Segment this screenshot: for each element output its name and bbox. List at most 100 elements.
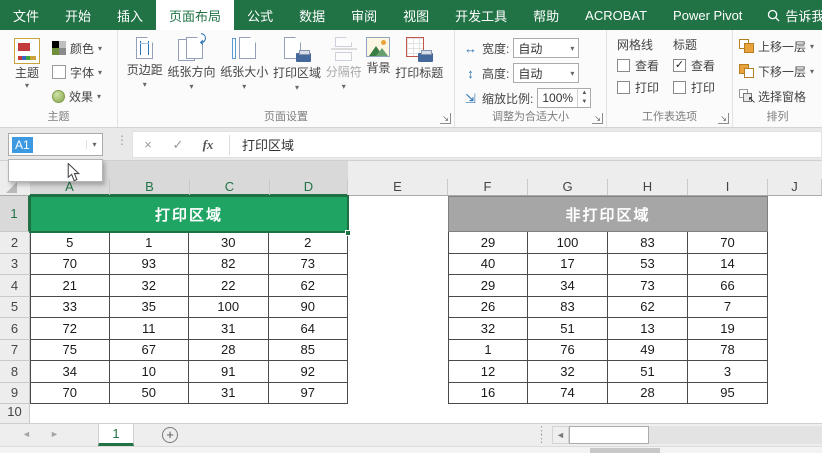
print-table-cell[interactable]: 21 — [30, 275, 110, 297]
print-table-cell[interactable]: 1 — [110, 232, 190, 254]
spin-down-icon[interactable]: ▼ — [578, 98, 590, 107]
non-print-table-cell[interactable]: 40 — [448, 254, 528, 276]
print-table-cell[interactable]: 67 — [110, 340, 190, 362]
send-backward-button[interactable]: 下移一层▾ — [739, 61, 820, 81]
scale-spinner[interactable]: 100%▲▼ — [537, 88, 591, 108]
non-print-table-cell[interactable]: 17 — [528, 254, 608, 276]
checkbox-gridlines-view[interactable] — [617, 59, 630, 72]
fill-handle[interactable] — [345, 230, 351, 236]
non-print-table-cell[interactable]: 100 — [528, 232, 608, 254]
ribbon-tab-review[interactable]: 审阅 — [338, 0, 390, 30]
row-header-3[interactable]: 3 — [0, 254, 30, 276]
sheet-tab-1[interactable]: 1 — [98, 424, 134, 446]
background-button[interactable]: 背景 — [366, 35, 390, 109]
print-table-cell[interactable]: 97 — [269, 383, 349, 405]
print-table-cell[interactable]: 70 — [30, 254, 110, 276]
tell-me-box[interactable]: 告诉我 — [757, 0, 822, 30]
themes-button[interactable]: 主题 ▾ — [6, 36, 48, 109]
formula-input-area[interactable]: × ✓ fx 打印区域 — [132, 131, 822, 158]
non-print-table-cell[interactable]: 74 — [528, 383, 608, 405]
row-header-6[interactable]: 6 — [0, 318, 30, 340]
ribbon-tab-page-layout[interactable]: 页面布局 — [156, 0, 234, 30]
enter-icon[interactable]: ✓ — [163, 137, 193, 153]
print-table-cell[interactable]: 34 — [30, 361, 110, 383]
non-print-table-cell[interactable]: 76 — [528, 340, 608, 362]
print-table-cell[interactable]: 33 — [30, 297, 110, 319]
checkbox-headings-view[interactable]: ✓ — [673, 59, 686, 72]
non-print-table-cell[interactable]: 62 — [608, 297, 688, 319]
column-header-F[interactable]: F — [448, 179, 528, 195]
select-all-corner[interactable] — [6, 182, 17, 193]
name-box-dropdown-icon[interactable]: ▾ — [86, 140, 102, 149]
height-dropdown[interactable]: 自动▾ — [513, 63, 579, 83]
non-print-table-cell[interactable]: 3 — [688, 361, 768, 383]
formula-bar-grip-icon[interactable]: ⋮ — [116, 136, 128, 144]
non-print-area-title-cell[interactable]: 非打印区域 — [448, 196, 768, 232]
scale-spin-buttons[interactable]: ▲▼ — [577, 89, 590, 107]
margins-button[interactable]: 页边距▾ — [127, 35, 163, 109]
sheet-prev-icon[interactable]: ◄ — [22, 429, 31, 439]
print-area-title-cell[interactable]: 打印区域 — [30, 196, 348, 232]
gridlines-view-row[interactable]: 查看 — [617, 57, 659, 74]
print-table-cell[interactable]: 62 — [269, 275, 349, 297]
non-print-table-cell[interactable]: 7 — [688, 297, 768, 319]
print-table-cell[interactable]: 2 — [269, 232, 349, 254]
non-print-table-cell[interactable]: 83 — [528, 297, 608, 319]
print-table-cell[interactable]: 92 — [269, 361, 349, 383]
scrollbar-thumb[interactable] — [569, 426, 649, 444]
non-print-table-cell[interactable]: 95 — [688, 383, 768, 405]
non-print-table-cell[interactable]: 78 — [688, 340, 768, 362]
name-box-dropdown-list[interactable] — [8, 159, 103, 182]
scroll-left-icon[interactable]: ◄ — [552, 426, 569, 444]
paper-size-button[interactable]: 纸张大小▾ — [220, 35, 268, 109]
row-header-1[interactable]: 1 — [0, 196, 30, 232]
print-table-cell[interactable]: 93 — [110, 254, 190, 276]
non-print-table-cell[interactable]: 29 — [448, 275, 528, 297]
gridlines-print-row[interactable]: 打印 — [617, 79, 659, 96]
name-box[interactable]: A1 ▾ — [8, 133, 103, 156]
cancel-icon[interactable]: × — [133, 137, 163, 152]
checkbox-gridlines-print[interactable] — [617, 81, 630, 94]
headings-view-row[interactable]: ✓查看 — [673, 57, 715, 74]
ribbon-tab-help[interactable]: 帮助 — [520, 0, 572, 30]
column-header-E[interactable]: E — [348, 179, 448, 195]
tab-bar-splitter-icon[interactable]: ⋮⋮ — [536, 427, 547, 443]
non-print-table-cell[interactable]: 29 — [448, 232, 528, 254]
non-print-table-cell[interactable]: 1 — [448, 340, 528, 362]
print-table-cell[interactable]: 11 — [110, 318, 190, 340]
non-print-table-cell[interactable]: 14 — [688, 254, 768, 276]
non-print-table-cell[interactable]: 83 — [608, 232, 688, 254]
worksheet-grid[interactable]: ABCDEFGHIJ 123456789 打印区域 51302709382732… — [0, 161, 822, 426]
ribbon-tab-formulas[interactable]: 公式 — [234, 0, 286, 30]
non-print-table-cell[interactable]: 32 — [448, 318, 528, 340]
checkbox-headings-print[interactable] — [673, 81, 686, 94]
selection-pane-button[interactable]: ↖选择窗格 — [739, 86, 820, 106]
non-print-table-cell[interactable]: 73 — [608, 275, 688, 297]
row-header-8[interactable]: 8 — [0, 361, 30, 383]
non-print-table-cell[interactable]: 66 — [688, 275, 768, 297]
print-table-cell[interactable]: 10 — [110, 361, 190, 383]
non-print-table-cell[interactable]: 26 — [448, 297, 528, 319]
non-print-table-cell[interactable]: 70 — [688, 232, 768, 254]
print-table-cell[interactable]: 70 — [30, 383, 110, 405]
orientation-button[interactable]: ⤸纸张方向▾ — [167, 35, 215, 109]
column-header-J[interactable]: J — [768, 179, 822, 195]
ribbon-tab-power-pivot[interactable]: Power Pivot — [660, 0, 755, 30]
scale-to-fit-dialog-launcher-icon[interactable]: ↘ — [592, 113, 603, 124]
non-print-table-cell[interactable]: 16 — [448, 383, 528, 405]
new-sheet-icon[interactable]: + — [162, 427, 178, 443]
bring-forward-button[interactable]: 上移一层▾ — [739, 36, 820, 56]
print-table-cell[interactable]: 31 — [189, 318, 269, 340]
non-print-area-table[interactable]: 非打印区域 2910083704017531429347366268362732… — [448, 196, 768, 404]
ribbon-tab-developer[interactable]: 开发工具 — [442, 0, 520, 30]
print-table-cell[interactable]: 31 — [189, 383, 269, 405]
headings-print-row[interactable]: 打印 — [673, 79, 715, 96]
non-print-table-cell[interactable]: 28 — [608, 383, 688, 405]
non-print-table-cell[interactable]: 12 — [448, 361, 528, 383]
column-header-D[interactable]: D — [270, 179, 348, 195]
row-header-7[interactable]: 7 — [0, 340, 30, 362]
colors-button[interactable]: 颜色▾ — [52, 38, 102, 58]
spin-up-icon[interactable]: ▲ — [578, 89, 590, 98]
non-print-table-cell[interactable]: 49 — [608, 340, 688, 362]
print-table-cell[interactable]: 50 — [110, 383, 190, 405]
